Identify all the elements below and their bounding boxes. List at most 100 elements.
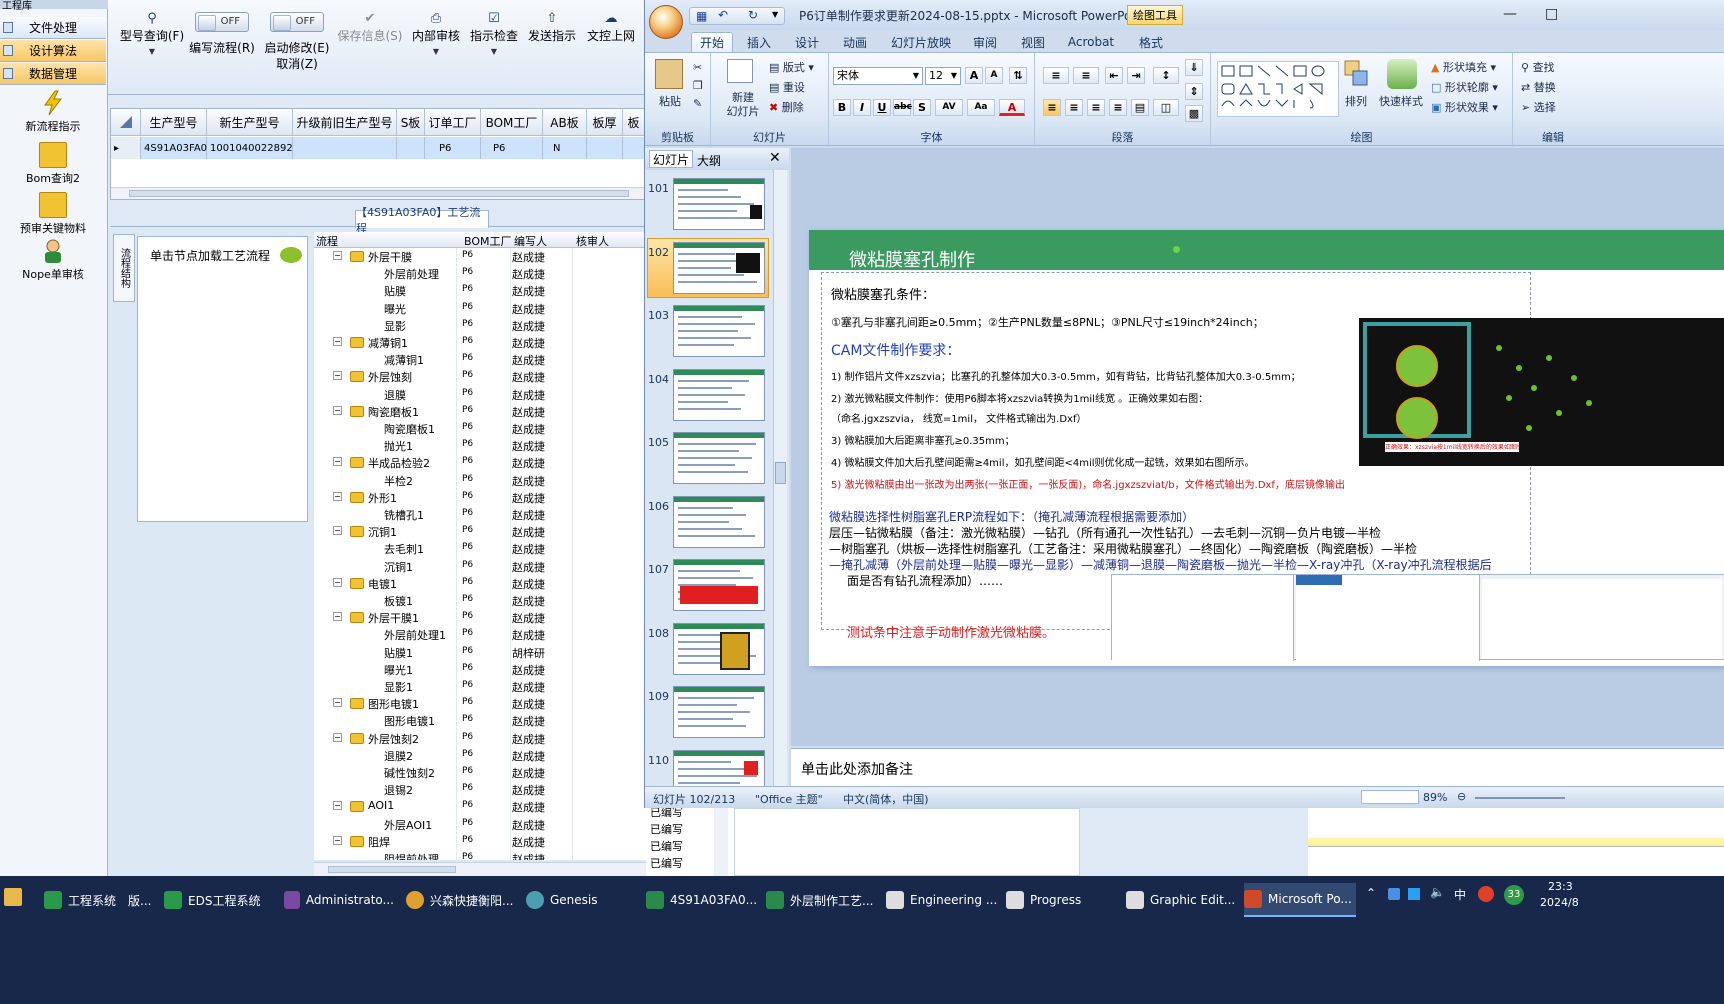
grid-header[interactable]: 板 [623,109,645,136]
collapse-icon[interactable]: − [333,371,342,381]
slide-thumbnail[interactable] [673,432,765,484]
tree-row[interactable]: 曝光1 P6 赵成捷 [314,661,646,678]
tab-format[interactable]: 格式 [1129,32,1173,52]
slide-thumbnail[interactable] [673,622,765,675]
shape-outline-button[interactable]: □ 形状轮廓 ▾ [1431,79,1498,95]
table-cell[interactable]: 4S91A03FA0 [141,137,207,159]
tree-row[interactable]: − 图形电镀1 P6 赵成捷 [314,695,646,712]
taskbar-item[interactable]: Graphic Edit... [1126,883,1238,917]
grid-header[interactable]: 升级前旧生产型号 [293,109,397,136]
erp-flow-line-4[interactable]: 面是否有钻孔流程添加）…… [847,572,1003,589]
taskbar-item[interactable]: 工程系统 版... [44,883,154,917]
send-indicator-button[interactable]: ⇧ 发送指示 [522,12,582,80]
model-query-button[interactable]: ⚲ 型号查询(F) ▼ [114,12,190,80]
collapse-icon[interactable]: − [333,526,342,536]
columns-icon[interactable]: ◫ [1153,99,1179,116]
tree-row[interactable]: 退膜2 P6 赵成捷 [314,747,646,764]
tree-row[interactable]: 陶瓷磨板1 P6 赵成捷 [314,420,646,437]
status-scrollbar[interactable] [714,800,728,876]
table-cell[interactable]: 10010400228927 [207,137,299,159]
notification-badge[interactable]: 33 [1504,885,1524,905]
view-buttons[interactable] [1361,790,1419,804]
slide-thumbnail[interactable] [673,495,765,548]
grow-font-icon[interactable]: A [965,67,983,84]
tree-row[interactable]: 贴膜 P6 赵成捷 [314,282,646,299]
slide-thumbnail[interactable] [673,559,765,611]
cam-heading[interactable]: CAM文件制作要求： [831,340,960,360]
change-case-icon[interactable]: Aa [967,99,995,116]
paste-icon[interactable] [655,59,683,89]
tab-insert[interactable]: 插入 [737,32,781,52]
rotation-handle[interactable] [1173,246,1180,253]
flow-structure-tab[interactable]: 流程结构 [113,234,135,302]
customize-qat-icon[interactable]: ▼ [772,10,778,19]
toggle-switch[interactable]: OFF [195,12,249,32]
tree-row[interactable]: 外层前处理1 P6 赵成捷 [314,626,646,643]
tree-col-header[interactable]: 流程 [316,233,338,249]
tab-view[interactable]: 视图 [1011,32,1055,52]
table-cell[interactable] [623,137,645,159]
zoom-slider[interactable] [1475,797,1565,799]
nav-nope-review[interactable]: Nope单审核 [0,236,106,290]
process-tab[interactable]: 【4S91A03FA0】工艺流程 [355,206,489,235]
collapse-icon[interactable]: − [333,698,342,708]
slide-thumbnail[interactable] [673,241,765,294]
find-button[interactable]: ⚲ 查找 [1521,59,1555,75]
minimize-icon[interactable]: — [1503,6,1517,22]
tree-row[interactable]: 沉铜1 P6 赵成捷 [314,558,646,575]
tree-row[interactable]: 铣槽孔1 P6 赵成捷 [314,506,646,523]
taskbar-item[interactable]: 4S91A03FA0... [646,883,758,917]
tab-home[interactable]: 开始 [691,32,733,52]
cam-line-2[interactable]: 2) 激光微粘膜文件制作：使用P6脚本将xzszvia转换为1mil线宽 。正确… [831,390,1208,405]
tree-row[interactable]: 板镀1 P6 赵成捷 [314,592,646,609]
increase-indent-icon[interactable]: ⇥ [1127,67,1145,84]
write-flow-button[interactable]: OFF 编写流程(R) [184,12,260,80]
taskbar-item[interactable]: Genesis [526,883,638,917]
tree-col-header[interactable]: 核审人 [576,233,609,249]
redo-icon[interactable]: ↻ [748,8,758,22]
new-slide-button[interactable]: 新建 幻灯片 [723,91,763,119]
quick-styles-button[interactable]: 快速样式 [1379,93,1423,109]
tree-row[interactable]: 图形电镀1 P6 赵成捷 [314,712,646,729]
tree-row[interactable]: − AOI1 P6 赵成捷 [314,798,646,815]
volume-icon[interactable]: 🔈 [1430,885,1445,899]
tree-row[interactable]: 贴膜1 P6 胡梓研 [314,644,646,661]
collapse-icon[interactable]: − [333,491,342,501]
table-cell[interactable]: P6 [481,137,543,159]
table-cell[interactable]: P6 [425,137,481,159]
cut-icon[interactable]: ✂ [693,61,702,74]
tree-row[interactable]: − 外层蚀刻2 P6 赵成捷 [314,730,646,747]
slide-pane-scrollbar[interactable] [773,170,787,786]
clear-format-icon[interactable]: ⇅ [1009,67,1027,84]
tab-animation[interactable]: 动画 [833,32,877,52]
format-painter-icon[interactable]: ✎ [693,97,702,110]
slide-footnote[interactable]: 测试条中注意手动制作激光微粘膜。 [847,622,1055,641]
tree-row[interactable]: 半检2 P6 赵成捷 [314,472,646,489]
distribute-icon[interactable]: ▤ [1131,99,1149,116]
taskbar-item[interactable]: EDS工程系统 [164,883,274,917]
toggle-switch[interactable]: OFF [270,12,324,32]
paste-button[interactable]: 粘贴 [659,93,681,109]
notes-pane[interactable]: 单击此处添加备注 [791,748,1724,786]
undo-icon[interactable]: ↶ [718,8,728,22]
internal-review-button[interactable]: ⎙ 内部审核 ▼ [406,12,466,80]
text-direction-icon[interactable]: ⇓ [1185,59,1203,76]
bullets-icon[interactable]: ≡ [1043,67,1069,84]
notes-placeholder[interactable]: 单击此处添加备注 [801,759,913,779]
align-right-icon[interactable]: ≡ [1087,99,1105,116]
tab-slides[interactable]: 幻灯片 [649,150,693,168]
slide-thumbnail[interactable] [673,368,765,421]
strikethrough-icon[interactable]: abc [893,99,912,116]
grid-header[interactable]: 新生产型号 [207,109,293,136]
cam-line-1[interactable]: 1) 制作铝片文件xzszvia；比塞孔的孔整体加大0.3-0.5mm，如有背钻… [831,368,1301,383]
save-icon[interactable]: ▦ [696,9,707,23]
slide-thumbnail[interactable] [673,305,765,357]
cam-line-2b[interactable]: （命名.jgxzszvia， 线宽=1mil， 文件格式输出为.Dxf） [831,410,1086,425]
tree-row[interactable]: − 外形1 P6 赵成捷 [314,489,646,506]
shrink-font-icon[interactable]: A [985,67,1003,84]
taskbar-item[interactable]: 外层制作工艺... [766,883,878,917]
align-text-icon[interactable]: ⇕ [1185,83,1203,100]
nav-new-flow-indicator[interactable]: 新流程指示 [0,88,106,142]
char-spacing-icon[interactable]: AV [935,99,963,116]
tree-horizontal-scrollbar[interactable] [314,862,646,876]
